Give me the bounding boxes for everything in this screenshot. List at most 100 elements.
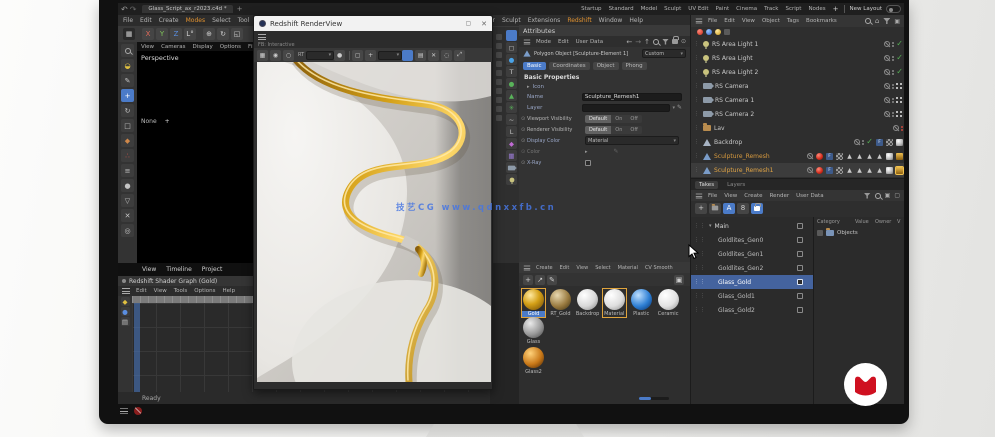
axis-y-icon[interactable]: Y [156, 28, 168, 40]
takes-menu-create[interactable]: Create [744, 193, 762, 199]
om-menu-bookmarks[interactable]: Bookmarks [806, 18, 837, 24]
om-menu-view[interactable]: View [742, 18, 755, 24]
attr-tab-object[interactable]: Object [593, 62, 619, 70]
material-tag-icon[interactable] [697, 29, 703, 35]
region-icon[interactable]: ▢ [352, 50, 363, 61]
uv-tag-icon[interactable] [836, 167, 843, 174]
material-item[interactable]: RT_Gold [549, 289, 572, 317]
om-search-icon[interactable] [865, 18, 871, 24]
material-sphere-blue[interactable] [631, 289, 652, 310]
object-row[interactable]: ⋮ Lav [691, 121, 904, 135]
resolution-dropdown[interactable]: ▾ [378, 51, 402, 60]
material-tag-icon[interactable] [715, 29, 721, 35]
camera-create-icon[interactable] [506, 162, 517, 173]
takes-search-icon[interactable] [875, 193, 881, 199]
layer-input[interactable] [582, 104, 670, 112]
menu-sculpt[interactable]: Sculpt [502, 17, 521, 24]
cube-icon[interactable]: ◻ [506, 42, 517, 53]
material-item[interactable]: Plastic [630, 289, 653, 317]
attr-search-icon[interactable] [653, 39, 659, 45]
layout-toggle[interactable] [886, 5, 901, 13]
visibility-dots[interactable] [862, 140, 864, 145]
field-icon[interactable]: ✳ [506, 102, 517, 113]
object-row[interactable]: ⋮ RS Camera [691, 79, 904, 93]
material-view-icon[interactable]: ▣ [674, 275, 684, 285]
mat-menu-cvsmooth[interactable]: CV Smooth [645, 265, 673, 271]
viewport-hud[interactable]: None + [141, 118, 170, 125]
snapshot-icon[interactable]: ▦ [257, 50, 268, 61]
layout-tab-uvedit[interactable]: UV Edit [688, 6, 708, 12]
selected-tool-icon[interactable] [506, 30, 517, 41]
material-tag-icon[interactable] [886, 167, 893, 174]
vv-off[interactable]: Off [626, 115, 641, 123]
material-item[interactable]: Gold [522, 289, 545, 317]
material-item[interactable]: Material [603, 289, 626, 317]
filter-view-icon[interactable]: ✕ [428, 50, 439, 61]
render-image[interactable] [257, 62, 491, 384]
render-toggle-icon[interactable] [807, 167, 813, 173]
material-sphere-white[interactable] [577, 289, 598, 310]
crop-icon[interactable]: + [365, 50, 376, 61]
take-row[interactable]: ⋮⋮ Goldlites_Gen2 [691, 261, 813, 275]
hud-plus-button[interactable]: + [165, 118, 170, 125]
rv-on[interactable]: On [611, 126, 626, 134]
vv-default[interactable]: Default [585, 115, 611, 123]
cloner-icon[interactable]: ● [506, 78, 517, 89]
visibility-dots[interactable] [901, 126, 903, 131]
om-menu-tags[interactable]: Tags [787, 18, 799, 24]
restore-window-button[interactable]: ▢ [465, 20, 471, 27]
attr-tab-phong[interactable]: Phong [622, 62, 647, 70]
axis-x-icon[interactable]: X [142, 28, 154, 40]
takes-menu-userdata[interactable]: User Data [796, 193, 823, 199]
render-toggle-icon[interactable] [884, 97, 890, 103]
target-icon[interactable]: ◎ [121, 224, 134, 237]
render-toggle-icon[interactable] [884, 55, 890, 61]
render-toggle-icon[interactable] [807, 153, 813, 159]
menu-redshift[interactable]: Redshift [567, 17, 591, 24]
back-icon[interactable]: ← [626, 38, 632, 46]
new-tab-button[interactable]: + [237, 5, 243, 13]
tag-icon[interactable] [724, 29, 730, 35]
layout-tab-startup[interactable]: Startup [581, 6, 601, 12]
material-zoom-slider[interactable] [639, 397, 669, 400]
col-value[interactable]: Value [855, 219, 875, 225]
rotate-icon[interactable]: ↻ [121, 104, 134, 117]
object-row[interactable]: ⋮ RS Area Light 1 ✓ [691, 37, 904, 51]
material-tag-icon[interactable] [896, 139, 903, 146]
take-row-main[interactable]: ⋮⋮▾ Main [691, 219, 813, 233]
gold-material-tag-icon[interactable] [896, 167, 903, 174]
lock-take-button[interactable] [751, 203, 763, 214]
col-category[interactable]: Category [817, 219, 855, 225]
take-checkbox[interactable] [797, 223, 803, 229]
render-thumb-icon[interactable]: ▦ [123, 28, 135, 40]
tab-timeline[interactable]: Timeline [166, 266, 192, 273]
sg-menu-view[interactable]: View [154, 288, 167, 294]
material-tag-icon[interactable] [706, 29, 712, 35]
selection-tag-icon[interactable]: ▲ [876, 153, 883, 160]
sg-menu-edit[interactable]: Edit [136, 288, 147, 294]
material-burger-icon[interactable] [524, 265, 530, 270]
visibility-dots[interactable] [892, 56, 894, 61]
object-row[interactable]: ⋮ RS Area Light ✓ [691, 51, 904, 65]
stop-render-icon[interactable]: ○ [283, 50, 294, 61]
enabled-check-icon[interactable]: ✓ [866, 138, 873, 146]
om-home-icon[interactable]: ⌂ [875, 17, 879, 25]
material-item[interactable]: Glass [522, 317, 545, 345]
vp-menu-display[interactable]: Display [193, 44, 213, 50]
take-row-selected[interactable]: ⋮⋮ Glass_Gold [691, 275, 813, 289]
attr-tab-basic[interactable]: Basic [523, 62, 546, 70]
visibility-dots[interactable] [892, 84, 894, 89]
render-toggle-icon[interactable] [884, 111, 890, 117]
om-menu-file[interactable]: File [708, 18, 717, 24]
mat-menu-view[interactable]: View [576, 265, 588, 271]
menu-extensions[interactable]: Extensions [528, 17, 561, 24]
tab-project[interactable]: Project [202, 266, 223, 273]
attributes-burger-icon[interactable] [524, 39, 530, 44]
attr-tab-coordinates[interactable]: Coordinates [549, 62, 590, 70]
sg-node-icon[interactable]: ◆ [121, 297, 130, 306]
deformer-icon[interactable]: ◆ [506, 138, 517, 149]
grid-view-icon[interactable]: ▤ [415, 50, 426, 61]
col-v[interactable]: V [897, 219, 900, 225]
visibility-dots[interactable] [892, 112, 894, 117]
uv-tag-icon[interactable] [836, 153, 843, 160]
